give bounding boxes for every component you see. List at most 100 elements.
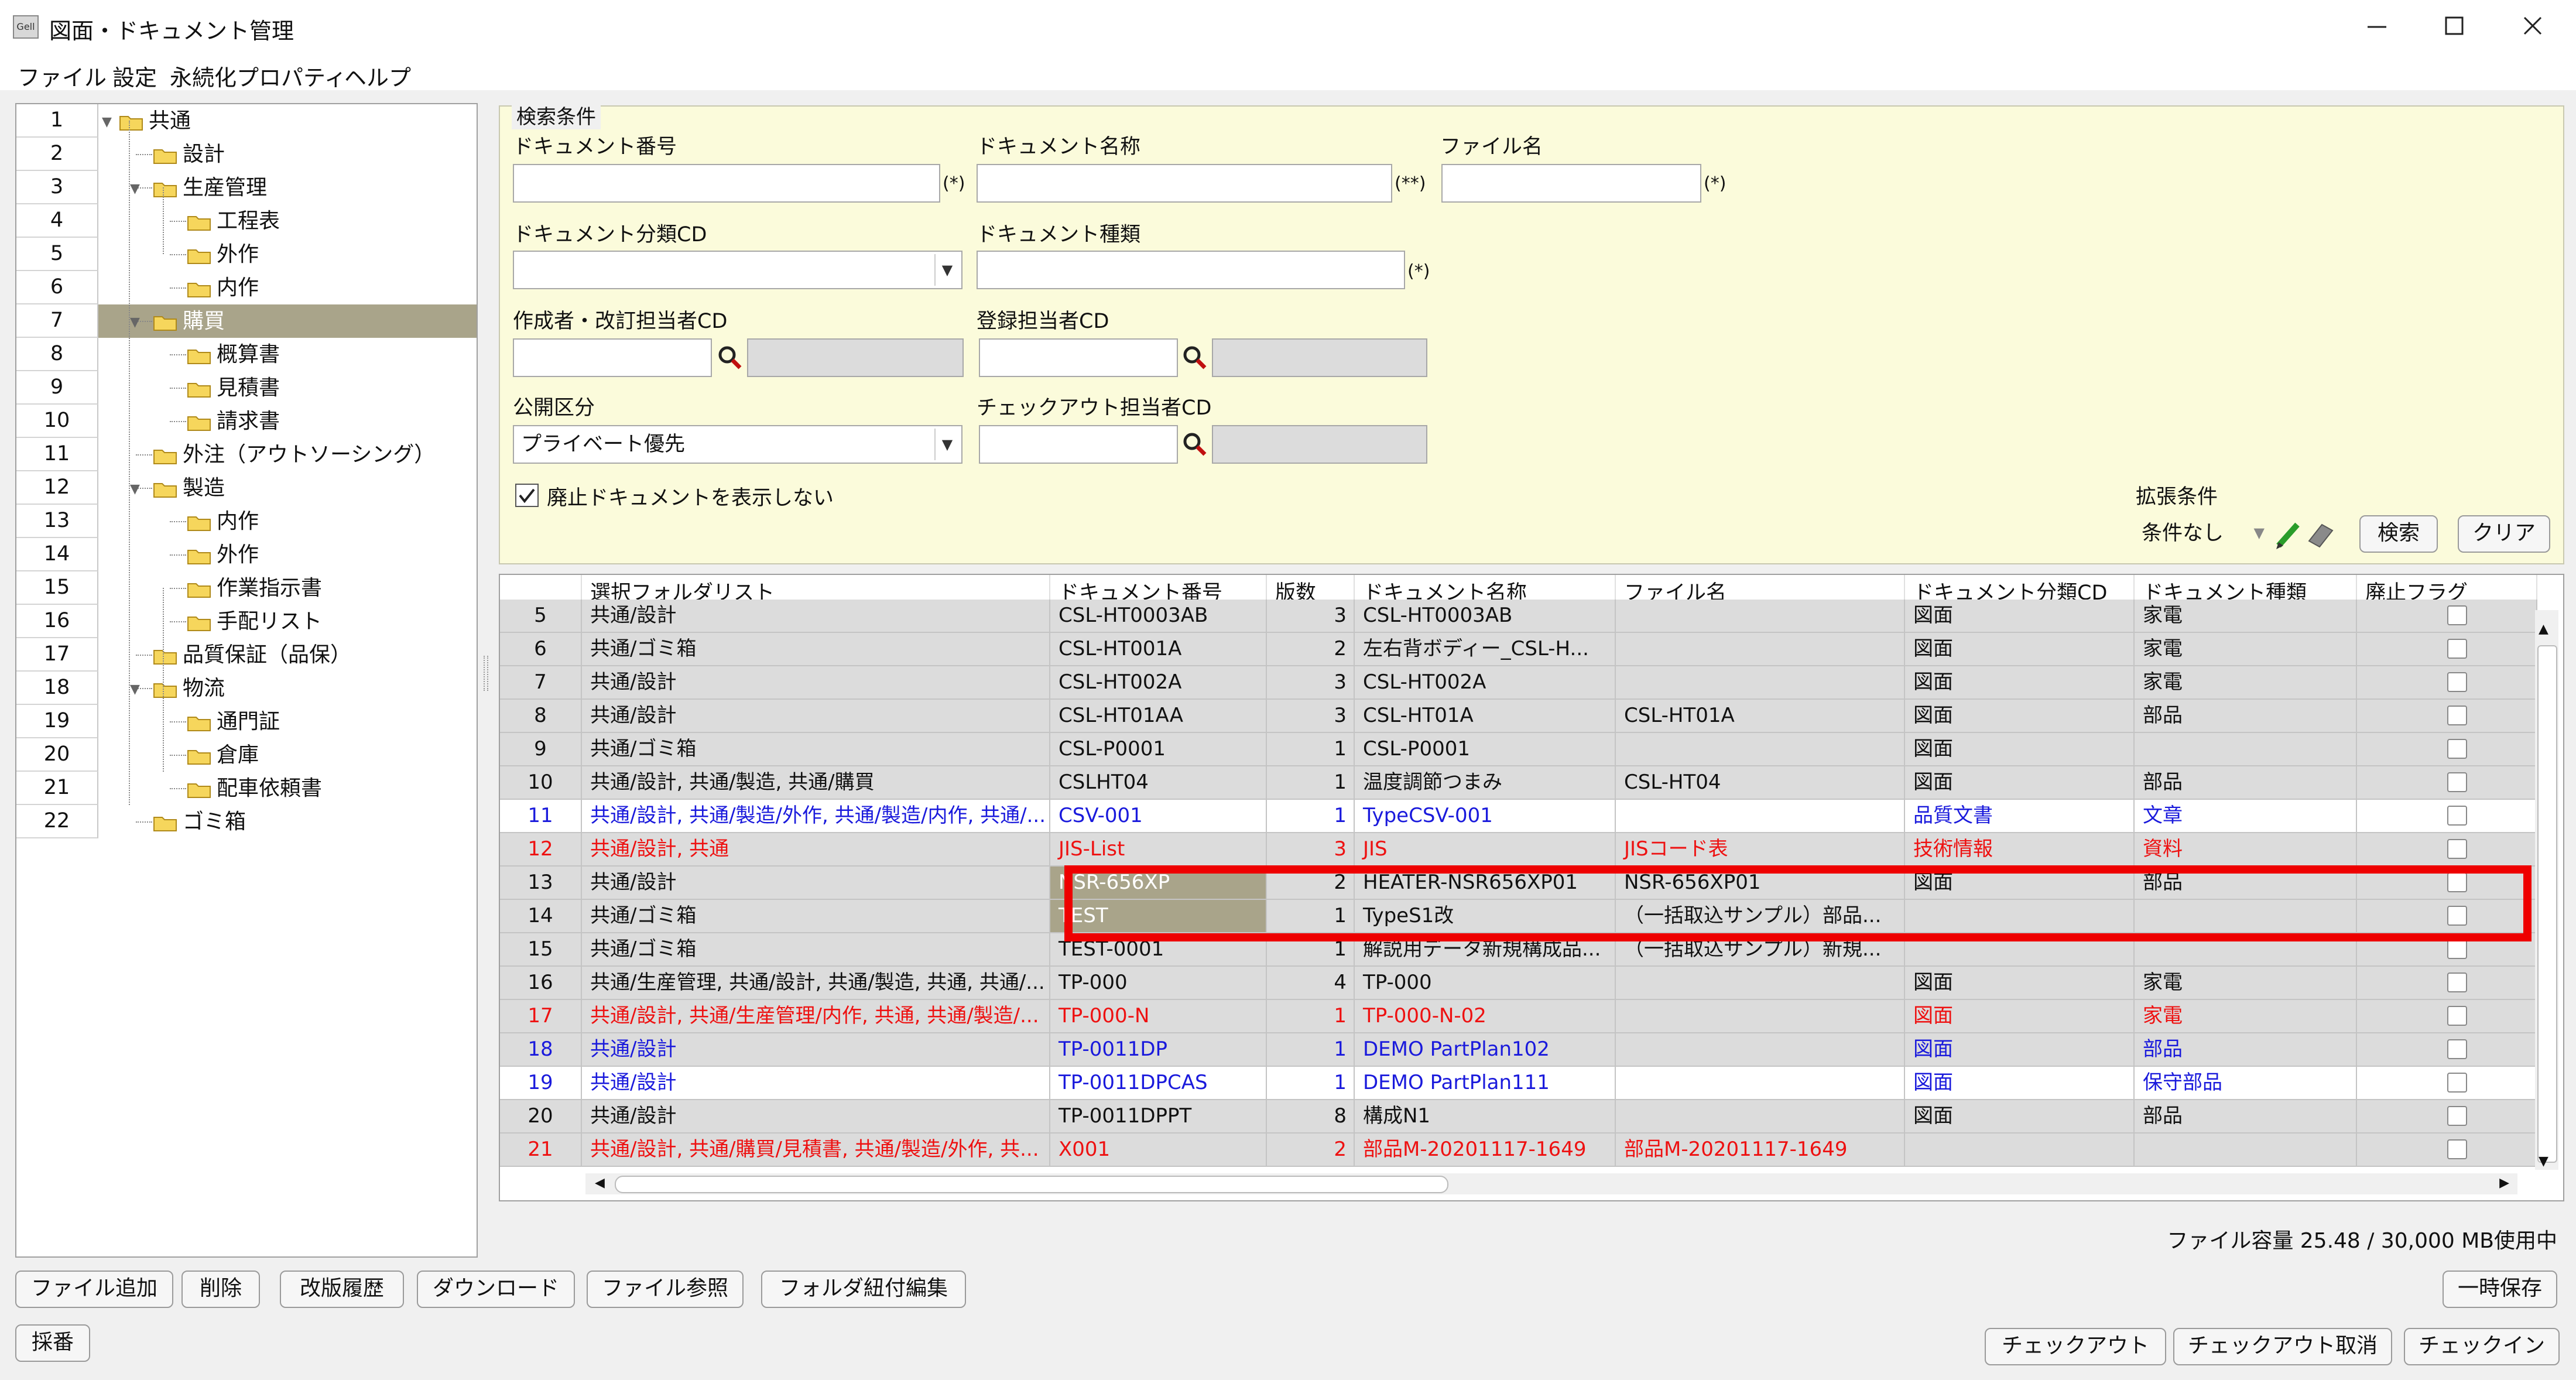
table-row[interactable]: 18 共通/設計 TP-0011DP 1 DEMO PartPlan102 図面 部品 xyxy=(500,1033,2537,1067)
file-reference-button[interactable]: ファイル参照 xyxy=(587,1271,744,1308)
tree-node[interactable]: 内作 xyxy=(98,505,477,538)
obsolete-flag-checkbox[interactable] xyxy=(2447,1006,2467,1026)
tree-node[interactable]: 外注（アウトソーシング） xyxy=(98,438,477,471)
delete-button[interactable]: 削除 xyxy=(181,1271,260,1308)
tree-node[interactable]: 請求書 xyxy=(98,405,477,438)
add-file-button[interactable]: ファイル追加 xyxy=(15,1271,173,1308)
scroll-left-icon[interactable]: ◀ xyxy=(595,1176,605,1190)
tree-node[interactable]: ▼ 共通 xyxy=(98,104,477,138)
obsolete-flag-checkbox[interactable] xyxy=(2447,772,2467,792)
tree-node[interactable]: 倉庫 xyxy=(98,738,477,772)
tree-node[interactable]: 見積書 xyxy=(98,371,477,405)
checkin-button[interactable]: チェックイン xyxy=(2404,1328,2560,1365)
tree-node[interactable]: 設計 xyxy=(98,138,477,171)
chevron-down-icon[interactable]: ▼ xyxy=(934,429,959,460)
file-name-input[interactable] xyxy=(1441,164,1701,203)
checkout-cancel-button[interactable]: チェックアウト取消 xyxy=(2173,1328,2392,1365)
temp-save-button[interactable]: 一時保存 xyxy=(2443,1271,2557,1308)
menu-file[interactable]: ファイル xyxy=(18,60,107,92)
doc-number-input[interactable] xyxy=(513,164,940,203)
obsolete-flag-checkbox[interactable] xyxy=(2447,672,2467,692)
minimize-button[interactable] xyxy=(2336,6,2418,48)
revision-history-button[interactable]: 改版履歴 xyxy=(280,1271,404,1308)
horizontal-scroll-thumb[interactable] xyxy=(615,1176,1448,1193)
obsolete-flag-checkbox[interactable] xyxy=(2447,739,2467,759)
menu-persistence-properties[interactable]: 永続化プロパティ xyxy=(170,60,347,92)
maximize-button[interactable] xyxy=(2413,6,2495,48)
search-button[interactable]: 検索 xyxy=(2359,515,2438,553)
registrar-search-icon[interactable] xyxy=(1180,343,1208,371)
author-input[interactable] xyxy=(513,338,712,377)
tree-node[interactable]: 工程表 xyxy=(98,204,477,238)
vertical-scroll-thumb[interactable] xyxy=(2537,645,2557,1163)
obsolete-flag-checkbox[interactable] xyxy=(2447,1106,2467,1126)
table-row[interactable]: 5 共通/設計 CSL-HT0003AB 3 CSL-HT0003AB 図面 家電 xyxy=(500,600,2537,633)
obsolete-flag-checkbox[interactable] xyxy=(2447,839,2467,859)
tree-node[interactable]: 概算書 xyxy=(98,338,477,371)
doc-class-select[interactable]: ▼ xyxy=(513,251,962,289)
table-row[interactable]: 7 共通/設計 CSL-HT002A 3 CSL-HT002A 図面 家電 xyxy=(500,666,2537,700)
table-row[interactable]: 8 共通/設計 CSL-HT01AA 3 CSL-HT01A CSL-HT01A 図面 部品 xyxy=(500,700,2537,733)
folder-link-edit-button[interactable]: フォルダ紐付編集 xyxy=(761,1271,966,1308)
tree-node[interactable]: 通門証 xyxy=(98,705,477,738)
extended-condition-select[interactable]: 条件なし ▼ xyxy=(2136,515,2267,554)
obsolete-flag-checkbox[interactable] xyxy=(2447,939,2467,959)
eraser-icon[interactable] xyxy=(2304,518,2336,550)
table-row[interactable]: 10 共通/設計, 共通/製造, 共通/購買 CSLHT04 1 温度調節つまみ CSL-… xyxy=(500,766,2537,800)
tree-node[interactable]: ▼ 生産管理 xyxy=(98,171,477,204)
table-row[interactable]: 6 共通/ゴミ箱 CSL-HT001A 2 左右背ボディー_CSL-H... 図面 家電 xyxy=(500,633,2537,666)
tree-node[interactable]: 外作 xyxy=(98,238,477,271)
scroll-right-icon[interactable]: ▶ xyxy=(2499,1176,2509,1190)
doc-name-input[interactable] xyxy=(977,164,1392,203)
tree-expander-icon[interactable]: ▼ xyxy=(130,682,140,697)
edit-condition-icon[interactable] xyxy=(2274,518,2303,550)
scroll-down-icon[interactable]: ▼ xyxy=(2539,1154,2548,1169)
checkout-button[interactable]: チェックアウト xyxy=(1985,1328,2166,1365)
checkout-person-input[interactable] xyxy=(979,425,1178,464)
tree-node[interactable]: ▼ 製造 xyxy=(98,471,477,505)
obsolete-flag-checkbox[interactable] xyxy=(2447,1073,2467,1093)
registrar-input[interactable] xyxy=(979,338,1178,377)
download-button[interactable]: ダウンロード xyxy=(417,1271,575,1308)
numbering-button[interactable]: 採番 xyxy=(15,1324,90,1362)
tree-node[interactable]: 品質保証（品保） xyxy=(98,638,477,672)
hide-obsolete-checkbox[interactable] xyxy=(515,484,539,507)
tree-node[interactable]: 配車依頼書 xyxy=(98,772,477,805)
tree-expander-icon[interactable]: ▼ xyxy=(130,482,140,496)
doc-type-input[interactable] xyxy=(977,251,1405,289)
obsolete-flag-checkbox[interactable] xyxy=(2447,1039,2467,1059)
obsolete-flag-checkbox[interactable] xyxy=(2447,605,2467,625)
tree-node[interactable]: 外作 xyxy=(98,538,477,571)
author-search-icon[interactable] xyxy=(715,343,744,371)
clear-button[interactable]: クリア xyxy=(2458,515,2550,553)
tree-expander-icon[interactable]: ▼ xyxy=(130,315,140,330)
tree-node[interactable]: 手配リスト xyxy=(98,605,477,638)
horizontal-scrollbar[interactable]: ◀ ▶ xyxy=(585,1173,2517,1194)
table-row[interactable]: 11 共通/設計, 共通/製造/外作, 共通/製造/内作, 共通/... CSV-0… xyxy=(500,800,2537,833)
chevron-down-icon[interactable]: ▼ xyxy=(934,254,959,286)
tree-node[interactable]: ▼ 購買 xyxy=(98,304,477,338)
visibility-select[interactable]: プライベート優先 ▼ xyxy=(513,425,962,464)
tree-node[interactable]: 作業指示書 xyxy=(98,571,477,605)
obsolete-flag-checkbox[interactable] xyxy=(2447,639,2467,659)
tree-node[interactable]: ゴミ箱 xyxy=(98,805,477,838)
obsolete-flag-checkbox[interactable] xyxy=(2447,706,2467,725)
menu-settings[interactable]: 設定 xyxy=(112,60,157,92)
close-button[interactable] xyxy=(2492,6,2574,48)
vertical-scrollbar[interactable]: ▲ ▼ xyxy=(2535,610,2558,1170)
menu-help[interactable]: ヘルプ xyxy=(344,60,411,92)
table-row[interactable]: 17 共通/設計, 共通/生産管理/内作, 共通, 共通/製造/... TP-000… xyxy=(500,1000,2537,1033)
tree-expander-icon[interactable]: ▼ xyxy=(130,182,140,196)
obsolete-flag-checkbox[interactable] xyxy=(2447,1139,2467,1159)
checkout-search-icon[interactable] xyxy=(1180,430,1208,458)
table-row[interactable]: 20 共通/設計 TP-0011DPPT 8 構成N1 図面 部品 xyxy=(500,1100,2537,1134)
table-row[interactable]: 19 共通/設計 TP-0011DPCAS 1 DEMO PartPlan111 図面 保守… xyxy=(500,1067,2537,1100)
table-row[interactable]: 16 共通/生産管理, 共通/設計, 共通/製造, 共通, 共通/... TP-00… xyxy=(500,967,2537,1000)
table-row[interactable]: 21 共通/設計, 共通/購買/見積書, 共通/製造/外作, 共... X001 2 部… xyxy=(500,1134,2537,1167)
splitter-handle[interactable] xyxy=(484,656,488,691)
obsolete-flag-checkbox[interactable] xyxy=(2447,972,2467,992)
table-row[interactable]: 12 共通/設計, 共通 JIS-List 3 JIS JISコード表 技術情報 資料 xyxy=(500,833,2537,867)
scroll-up-icon[interactable]: ▲ xyxy=(2539,622,2548,636)
table-row[interactable]: 9 共通/ゴミ箱 CSL-P0001 1 CSL-P0001 図面 xyxy=(500,733,2537,766)
obsolete-flag-checkbox[interactable] xyxy=(2447,806,2467,826)
